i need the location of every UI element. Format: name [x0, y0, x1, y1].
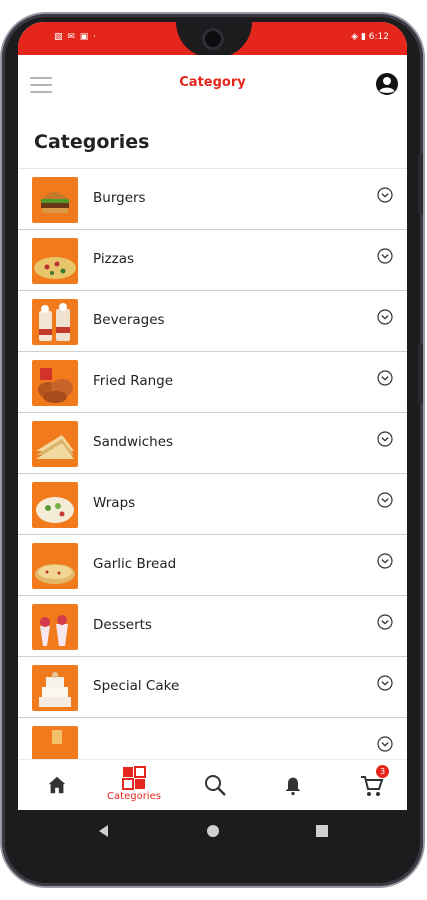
categories-icon: [122, 766, 146, 790]
category-list: Burgers Pizzas Beverages Fried Range San…: [18, 169, 407, 759]
category-label: Sandwiches: [93, 434, 174, 450]
bottom-nav: Categories 3: [18, 759, 407, 810]
cake-thumb: [32, 665, 78, 711]
category-row-burgers[interactable]: Burgers: [18, 169, 407, 230]
category-row-garlic-bread[interactable]: Garlic Bread: [18, 535, 407, 596]
page-header: Categories: [18, 113, 407, 169]
category-row-fried-range[interactable]: Fried Range: [18, 352, 407, 413]
nav-cart[interactable]: 3: [358, 760, 392, 810]
recents-icon[interactable]: [316, 825, 328, 837]
category-row-special-cake[interactable]: Special Cake: [18, 657, 407, 718]
chevron-down-icon[interactable]: [377, 370, 393, 386]
nav-home[interactable]: [40, 760, 74, 810]
category-label: Special Cake: [93, 678, 180, 694]
nav-search[interactable]: [200, 760, 230, 810]
battery-icon: ▮: [360, 32, 369, 42]
home-icon: [48, 776, 66, 794]
chevron-down-icon[interactable]: [377, 187, 393, 203]
pizza-thumb: [32, 238, 78, 284]
chevron-down-icon[interactable]: [377, 492, 393, 508]
volume-button: [418, 154, 423, 214]
beverage-thumb: [32, 299, 78, 345]
search-icon: [205, 775, 226, 796]
chevron-down-icon[interactable]: [377, 309, 393, 325]
system-nav-bar: [18, 810, 407, 852]
wrap-thumb: [32, 482, 78, 528]
nav-notifications[interactable]: [280, 760, 306, 810]
cart-count-badge: 3: [376, 765, 389, 778]
chevron-down-icon[interactable]: [377, 431, 393, 447]
garlic-bread-thumb: [32, 543, 78, 589]
category-row-wraps[interactable]: Wraps: [18, 474, 407, 535]
category-label: Burgers: [93, 190, 146, 206]
clock-text: 6:12: [368, 32, 389, 42]
category-label: Pizzas: [93, 251, 135, 267]
nav-categories[interactable]: Categories: [102, 760, 166, 810]
back-icon[interactable]: [98, 825, 110, 837]
partial-thumb: [32, 726, 78, 759]
chevron-down-icon[interactable]: [377, 614, 393, 630]
sandwich-thumb: [32, 421, 78, 467]
wifi-icon: ◈: [351, 32, 361, 42]
home-button-icon[interactable]: [207, 825, 219, 837]
profile-icon[interactable]: [375, 72, 399, 96]
category-label: Garlic Bread: [93, 556, 177, 572]
chevron-down-icon[interactable]: [377, 675, 393, 691]
camera: [202, 28, 224, 50]
category-row-partial[interactable]: [18, 718, 407, 759]
app-title: Category: [179, 75, 246, 90]
chevron-down-icon[interactable]: [377, 553, 393, 569]
category-row-desserts[interactable]: Desserts: [18, 596, 407, 657]
status-icons: ▧ ✉ ▣ ·: [54, 32, 97, 42]
category-row-sandwiches[interactable]: Sandwiches: [18, 413, 407, 474]
power-button: [418, 344, 423, 404]
category-label: Beverages: [93, 312, 165, 328]
chevron-down-icon[interactable]: [377, 736, 393, 752]
status-time: ◈ ▮ 6:12: [351, 32, 389, 42]
dessert-thumb: [32, 604, 78, 650]
burger-thumb: [32, 177, 78, 223]
app-screen: ▧ ✉ ▣ · ◈ ▮ 6:12 Category Categories Bur…: [18, 22, 407, 810]
category-label: Wraps: [93, 495, 136, 511]
fried-thumb: [32, 360, 78, 406]
bell-icon: [285, 777, 301, 796]
category-label: Fried Range: [93, 373, 174, 389]
category-row-pizzas[interactable]: Pizzas: [18, 230, 407, 291]
category-label: Desserts: [93, 617, 152, 633]
app-bar: Category: [18, 55, 407, 113]
page-title: Categories: [34, 131, 150, 153]
chevron-down-icon[interactable]: [377, 248, 393, 264]
category-row-beverages[interactable]: Beverages: [18, 291, 407, 352]
nav-categories-label: Categories: [107, 791, 161, 802]
